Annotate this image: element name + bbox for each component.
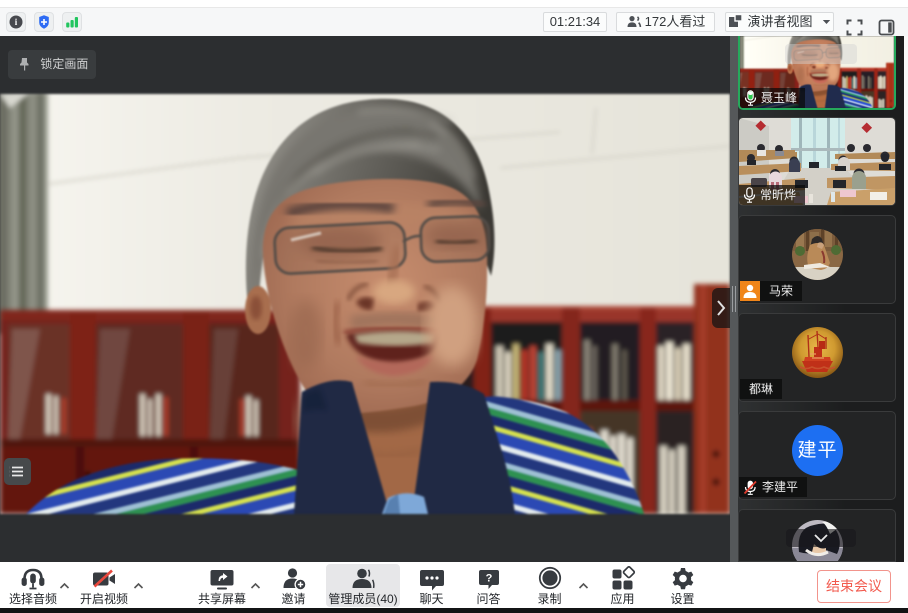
- svg-text:?: ?: [485, 573, 492, 585]
